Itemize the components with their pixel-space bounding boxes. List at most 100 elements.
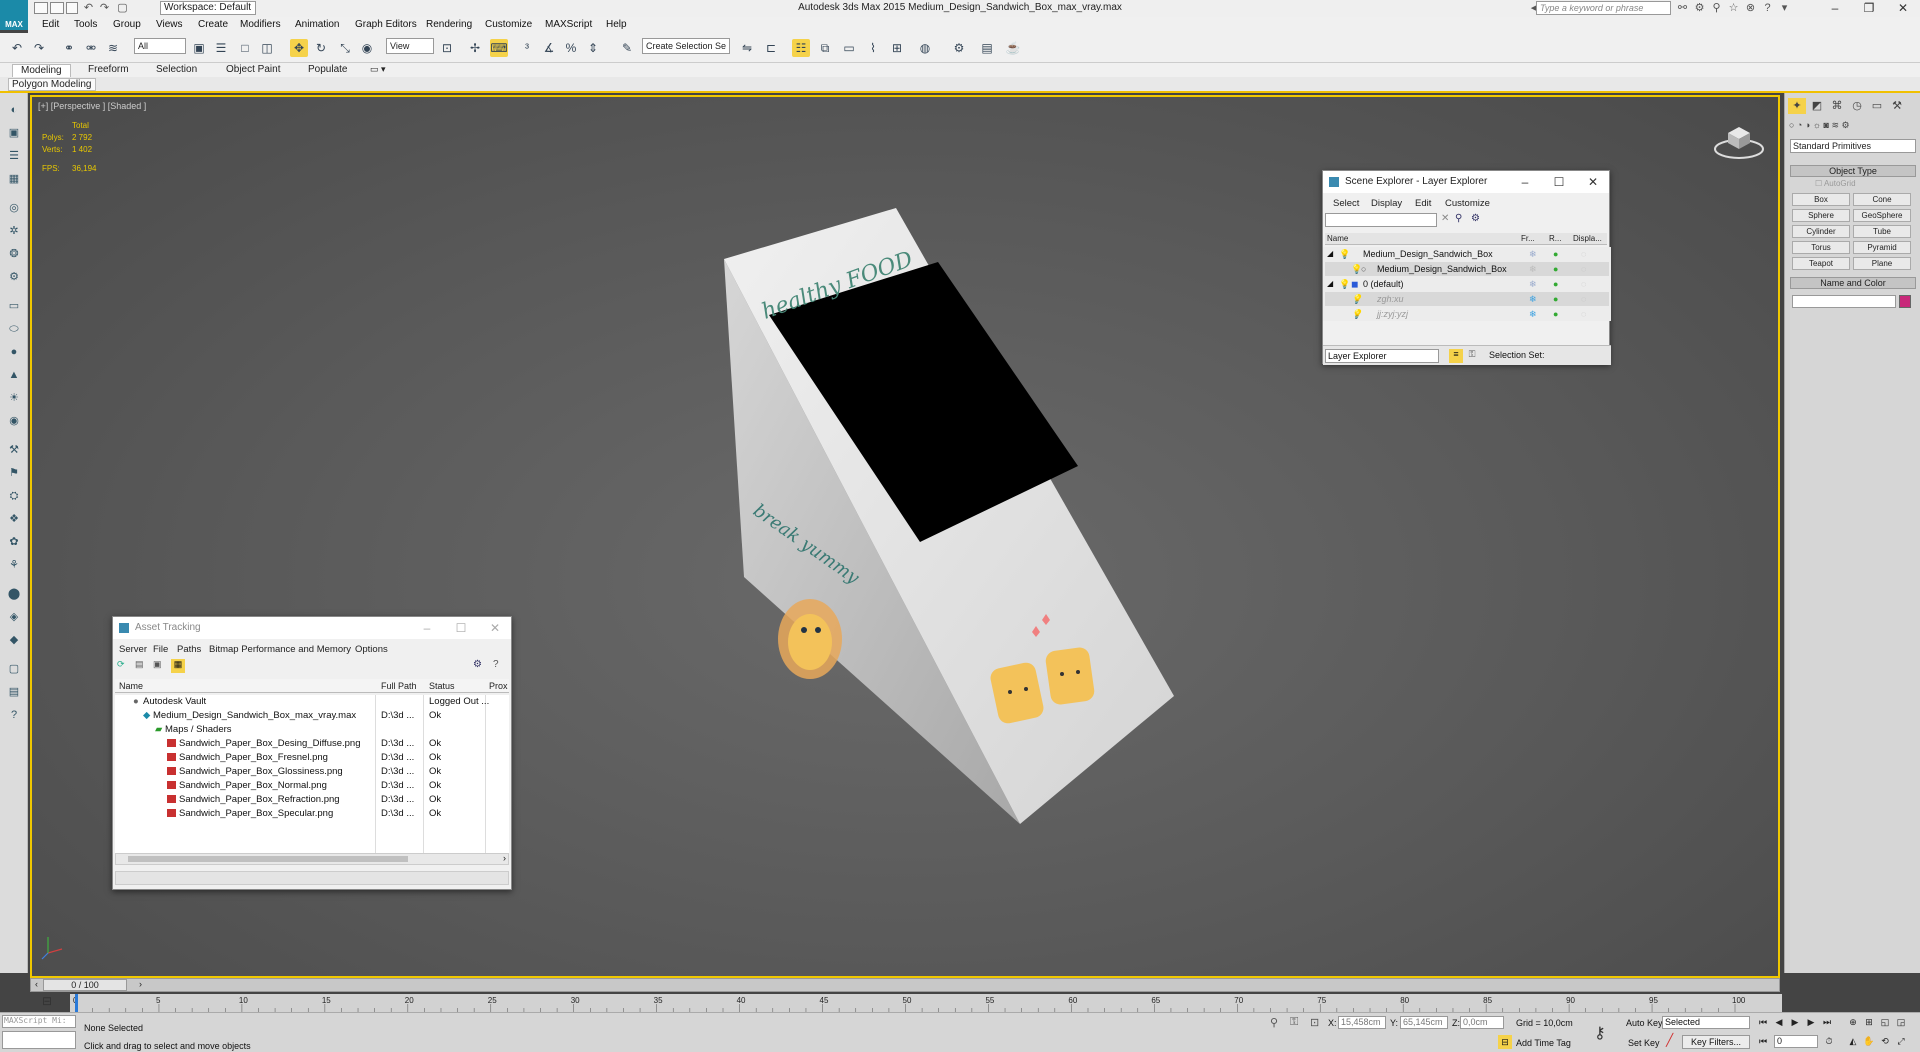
auto-key-button[interactable]: Auto Key bbox=[1626, 1018, 1663, 1028]
torus-button[interactable]: Torus bbox=[1792, 241, 1850, 254]
undo-icon[interactable]: ↶ bbox=[82, 2, 95, 15]
scale-icon[interactable]: ⤡ bbox=[336, 39, 354, 57]
restore-icon[interactable]: ❐ bbox=[1852, 0, 1886, 17]
select-by-name-icon[interactable]: ☰ bbox=[212, 39, 230, 57]
asset-tracking-maximize-icon[interactable]: ☐ bbox=[445, 617, 477, 639]
mirror-icon[interactable]: ⇋ bbox=[738, 39, 756, 57]
zoom-extents-icon[interactable]: ◱ bbox=[1878, 1016, 1892, 1029]
curve-editor-icon[interactable]: ⌇ bbox=[864, 39, 882, 57]
set-key-button[interactable]: Set Key bbox=[1628, 1038, 1660, 1048]
open-file-icon[interactable] bbox=[50, 2, 64, 14]
undo-icon[interactable]: ↶ bbox=[8, 39, 26, 57]
time-slider-thumb[interactable]: 0 / 100 bbox=[43, 979, 127, 991]
pyramid-button[interactable]: Pyramid bbox=[1853, 241, 1911, 254]
se-menu-customize[interactable]: Customize bbox=[1445, 198, 1490, 209]
se-row[interactable]: 💡 ○ Medium_Design_Sandwich_Box ❄ ● ◌ bbox=[1325, 262, 1609, 276]
table-row[interactable]: ● Autodesk Vault Logged Out ... bbox=[117, 695, 507, 709]
omni-light-icon[interactable]: ◉ bbox=[5, 412, 23, 430]
at-col-name[interactable]: Name bbox=[119, 681, 143, 691]
table-row[interactable]: Sandwich_Paper_Box_Normal.png D:\3d ... … bbox=[117, 779, 507, 793]
at-col-proxy[interactable]: Prox bbox=[489, 681, 508, 691]
tab-modeling[interactable]: Modeling bbox=[12, 64, 71, 77]
minimize-icon[interactable]: – bbox=[1818, 0, 1852, 17]
unlink-icon[interactable]: ⚮ bbox=[82, 39, 100, 57]
se-find-icon[interactable]: ⚙ bbox=[1471, 213, 1480, 224]
tab-populate[interactable]: Populate bbox=[300, 64, 355, 77]
at-menu-bitmap[interactable]: Bitmap Performance and Memory bbox=[209, 644, 351, 655]
at-list-icon[interactable]: ▤ bbox=[135, 659, 147, 671]
tube-button[interactable]: Tube bbox=[1853, 225, 1911, 238]
display-icon[interactable]: ◌ bbox=[1581, 292, 1586, 306]
tool-1-icon[interactable]: ⚒ bbox=[5, 441, 23, 459]
lock-icon[interactable]: ⚿ bbox=[1465, 349, 1479, 363]
place-icon[interactable]: ◉ bbox=[358, 39, 376, 57]
save-icon[interactable] bbox=[66, 2, 78, 14]
favorites-icon[interactable]: ☆ bbox=[1727, 2, 1740, 15]
connect-icon[interactable]: ⚲ bbox=[1710, 2, 1723, 15]
scene-explorer-maximize-icon[interactable]: ☐ bbox=[1543, 171, 1575, 193]
percent-snap-icon[interactable]: % bbox=[562, 39, 580, 57]
tool-11-icon[interactable]: ▤ bbox=[5, 683, 23, 701]
toggle-scene-explorer-icon[interactable]: ☷ bbox=[792, 39, 810, 57]
bind-space-warp-icon[interactable]: ≋ bbox=[104, 39, 122, 57]
autogrid-checkbox[interactable]: ☐ AutoGrid bbox=[1815, 179, 1856, 188]
list-icon[interactable]: ☰ bbox=[5, 147, 23, 165]
tool-4-icon[interactable]: ❖ bbox=[5, 510, 23, 528]
close-x-icon[interactable]: ⊗ bbox=[1744, 2, 1757, 15]
modify-tab-icon[interactable]: ◩ bbox=[1808, 98, 1826, 114]
object-type-header[interactable]: Object Type bbox=[1790, 165, 1916, 177]
maxscript-listener-input[interactable]: MAXScript Mi: bbox=[2, 1015, 76, 1028]
menu-views[interactable]: Views bbox=[156, 19, 183, 30]
se-row[interactable]: 💡 zgh:xu ❄ ● ◌ bbox=[1325, 292, 1609, 306]
freeze-icon[interactable]: ❄ bbox=[1529, 307, 1537, 321]
next-frame-icon[interactable]: ▶ bbox=[1804, 1016, 1818, 1029]
pan-icon[interactable]: ✋ bbox=[1862, 1035, 1876, 1048]
menu-rendering[interactable]: Rendering bbox=[426, 19, 472, 30]
key-mode-select[interactable]: Selected bbox=[1662, 1016, 1750, 1029]
at-help-icon[interactable]: ? bbox=[493, 659, 499, 670]
add-time-tag-label[interactable]: Add Time Tag bbox=[1516, 1038, 1571, 1048]
zoom-all-icon[interactable]: ⊞ bbox=[1862, 1016, 1876, 1029]
se-menu-display[interactable]: Display bbox=[1371, 198, 1402, 209]
tool-6-icon[interactable]: ⚘ bbox=[5, 556, 23, 574]
time-config-icon[interactable]: ⏱ bbox=[1822, 1035, 1836, 1048]
y-coordinate-field[interactable]: 65,145cm bbox=[1400, 1016, 1448, 1029]
schematic-view-icon[interactable]: ⊞ bbox=[888, 39, 906, 57]
light-bulb-icon[interactable]: 💡 bbox=[1339, 277, 1350, 291]
redo-icon[interactable]: ↷ bbox=[98, 2, 111, 15]
redo-icon[interactable]: ↷ bbox=[30, 39, 48, 57]
motion-tab-icon[interactable]: ◷ bbox=[1848, 98, 1866, 114]
select-object-icon[interactable]: ▣ bbox=[190, 39, 208, 57]
menu-edit[interactable]: Edit bbox=[42, 19, 59, 30]
polygon-modeling-label[interactable]: Polygon Modeling bbox=[8, 78, 96, 91]
create-tab-icon[interactable]: ✦ bbox=[1788, 98, 1806, 114]
align-icon[interactable]: ⊏ bbox=[762, 39, 780, 57]
se-search-input[interactable] bbox=[1325, 213, 1437, 227]
at-horizontal-scrollbar[interactable]: › bbox=[115, 853, 509, 865]
expand-icon[interactable]: ◢ bbox=[1327, 247, 1333, 261]
rendered-frame-window-icon[interactable]: ▤ bbox=[978, 39, 996, 57]
move-icon[interactable]: ✥ bbox=[290, 39, 308, 57]
at-menu-server[interactable]: Server bbox=[119, 644, 147, 655]
select-manipulate-icon[interactable]: ✢ bbox=[466, 39, 484, 57]
time-prev-icon[interactable]: ‹ bbox=[35, 979, 38, 989]
help-icon[interactable]: ? bbox=[1761, 2, 1774, 15]
search-input[interactable]: Type a keyword or phrase bbox=[1536, 1, 1671, 15]
expand-icon[interactable]: ◢ bbox=[1327, 277, 1333, 291]
render-teapot-icon[interactable]: ● bbox=[1553, 247, 1558, 261]
se-clear-icon[interactable]: ✕ bbox=[1441, 213, 1449, 224]
at-thumb-icon[interactable]: ▣ bbox=[153, 659, 165, 671]
tool-10-icon[interactable]: ▢ bbox=[5, 660, 23, 678]
menu-help[interactable]: Help bbox=[606, 19, 627, 30]
fov-icon[interactable]: ◭ bbox=[1846, 1035, 1860, 1048]
space-warp-icon[interactable]: ❂ bbox=[5, 245, 23, 263]
tool-7-icon[interactable]: ⬤ bbox=[5, 585, 23, 603]
key-mode-toggle-icon[interactable]: ⏮ bbox=[1756, 1035, 1770, 1048]
set-key-icon[interactable]: ⚷ bbox=[1594, 1023, 1606, 1043]
freeze-icon[interactable]: ❄ bbox=[1529, 292, 1537, 306]
freeze-icon[interactable]: ❄ bbox=[1529, 277, 1537, 291]
maxscript-output[interactable] bbox=[2, 1031, 76, 1049]
hierarchy-tab-icon[interactable]: ⌘ bbox=[1828, 98, 1846, 114]
box-button[interactable]: Box bbox=[1792, 193, 1850, 206]
se-filter-icon[interactable]: ⚲ bbox=[1455, 213, 1462, 224]
